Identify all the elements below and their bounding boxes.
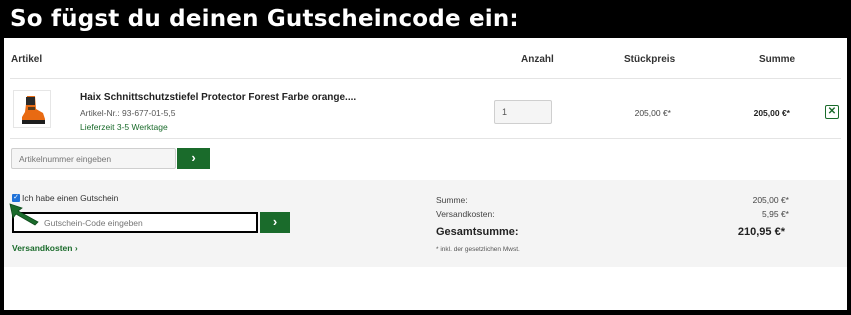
close-icon: ✕ (827, 106, 837, 117)
add-article-button[interactable]: › (177, 148, 210, 169)
column-header-article: Artikel (11, 54, 43, 65)
column-header-sum: Summe (759, 54, 796, 65)
redeem-voucher-button[interactable]: › (260, 212, 290, 233)
vat-note: * inkl. der gesetzlichen Mwst. (436, 246, 520, 253)
product-name-link[interactable]: Haix Schnittschutzstiefel Protector Fore… (80, 92, 356, 103)
grand-total-value: 210,95 €* (737, 226, 785, 238)
pointer-arrow-icon (9, 203, 39, 226)
delivery-time: Lieferzeit 3-5 Werktage (80, 122, 168, 132)
grand-total-label: Gesamtsumme: (436, 226, 519, 238)
article-number-input[interactable] (11, 148, 176, 169)
unit-price: 205,00 €* (634, 108, 671, 118)
boot-icon (22, 96, 45, 124)
row-divider (10, 138, 841, 139)
product-sku: Artikel-Nr.: 93-677-01-5,5 (80, 108, 176, 118)
shipping-label: Versandkosten: (436, 209, 495, 219)
column-header-unit-price: Stückpreis (624, 54, 676, 65)
remove-item-button[interactable]: ✕ (825, 105, 839, 119)
header-divider (10, 78, 841, 79)
subtotal-value: 205,00 €* (752, 195, 789, 205)
shipping-costs-link[interactable]: Versandkosten › (12, 243, 78, 253)
chevron-right-icon: › (191, 150, 196, 165)
subtotal-label: Summe: (436, 195, 468, 205)
cart-panel: Artikel Anzahl Stückpreis Summe Haix Sch… (4, 38, 847, 310)
shipping-value: 5,95 €* (762, 209, 789, 219)
product-thumbnail[interactable] (13, 90, 51, 128)
column-header-quantity: Anzahl (521, 54, 554, 65)
voucher-checkbox[interactable]: ✓ (12, 194, 20, 202)
instruction-banner: So fügst du deinen Gutscheincode ein: (0, 0, 851, 38)
voucher-code-input[interactable] (12, 212, 258, 233)
line-total: 205,00 €* (753, 108, 790, 118)
quantity-input[interactable] (494, 100, 552, 124)
chevron-right-icon: › (272, 214, 278, 229)
